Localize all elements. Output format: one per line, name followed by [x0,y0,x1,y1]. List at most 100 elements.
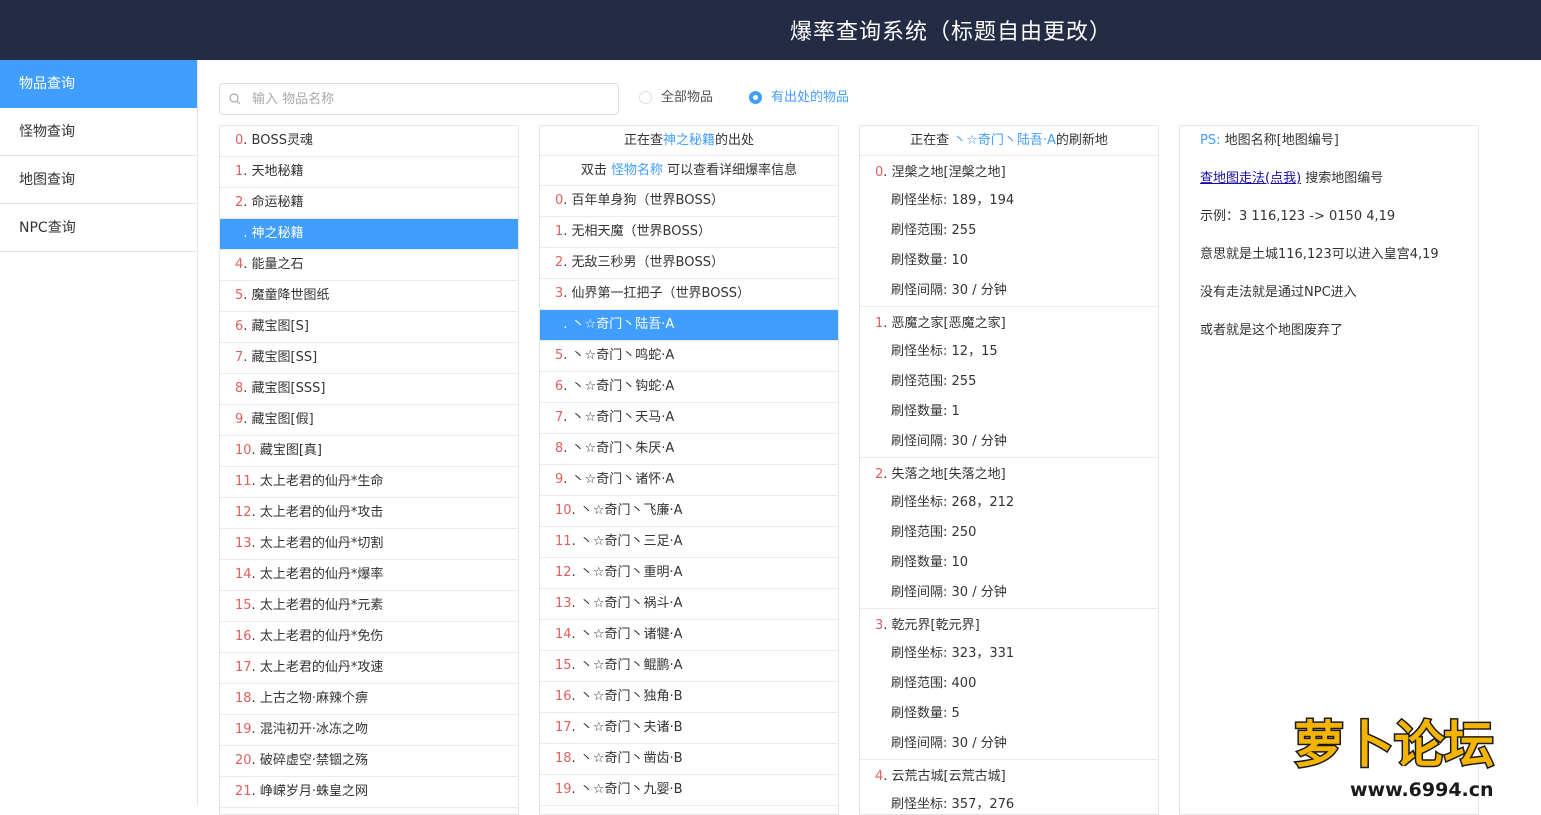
monster-row[interactable]: 13. 丶☆奇门丶祸斗·A [540,589,838,620]
map-entry[interactable]: 0. 涅槃之地[涅槃之地] 刷怪坐标: 189，194 刷怪范围: 255 刷怪数量:… [860,156,1158,307]
item-row[interactable]: 6. 藏宝图[S] [220,312,518,343]
monster-row[interactable]: 0. 百年单身狗（世界BOSS） [540,186,838,217]
monster-name: 丶☆奇门丶三足·A [579,534,683,549]
sidebar-item-map-query[interactable]: 地图查询 [0,156,197,204]
monster-row[interactable]: 4. 丶☆奇门丶陆吾·A [540,310,838,341]
map-range-label: 刷怪范围: [891,374,948,389]
map-interval-line: 刷怪间隔: 30 / 分钟 [860,578,1158,608]
monster-index: 12 [555,565,572,580]
item-row[interactable]: 21. 峥嵘岁月·蛛皇之网 [220,777,518,808]
map-name: 乾元界[乾元界] [891,618,980,633]
monster-row[interactable]: 9. 丶☆奇门丶诸怀·A [540,465,838,496]
monster-index: 2 [555,255,564,270]
map-count-value: 10 [951,555,969,570]
item-name: 藏宝图[SS] [251,350,318,365]
item-index: 12 [235,505,252,520]
map-count-line: 刷怪数量: 5 [860,699,1158,729]
watermark-url: www.6994.cn [1350,779,1494,801]
item-row[interactable]: 15. 太上老君的仙丹*元素 [220,591,518,622]
map-entry[interactable]: 2. 失落之地[失落之地] 刷怪坐标: 268，212 刷怪范围: 250 刷怪数量:… [860,458,1158,609]
monster-row[interactable]: 10. 丶☆奇门丶飞廉·A [540,496,838,527]
item-row[interactable]: 4. 能量之石 [220,250,518,281]
map-coord-label: 刷怪坐标: [891,495,948,510]
monster-row[interactable]: 2. 无敌三秒男（世界BOSS） [540,248,838,279]
map-coord-line: 刷怪坐标: 323，331 [860,639,1158,669]
monster-row[interactable]: 6. 丶☆奇门丶钩蛇·A [540,372,838,403]
map-route-link[interactable]: 查地图走法 [1200,171,1265,186]
item-row[interactable]: 3. 神之秘籍 [220,219,518,250]
monster-row[interactable]: 5. 丶☆奇门丶鸣蛇·A [540,341,838,372]
tip-example: 示例：3 116,123 -> 0150 4,19 [1200,209,1396,224]
map-route-link-click[interactable]: (点我) [1265,171,1301,186]
item-name: 上古之物·麻辣个痹 [259,691,368,706]
monster-index: 16 [555,689,572,704]
map-count-value: 10 [951,253,969,268]
item-row[interactable]: 19. 混沌初开·冰冻之吻 [220,715,518,746]
monster-index: 17 [555,720,572,735]
filter-has-source-radio[interactable]: 有出处的物品 [749,88,849,108]
item-index: 16 [235,629,252,644]
monster-row[interactable]: 19. 丶☆奇门丶九婴·B [540,775,838,806]
monster-row[interactable]: 14. 丶☆奇门丶诸犍·A [540,620,838,651]
monster-index: 13 [555,596,572,611]
monster-row[interactable]: 11. 丶☆奇门丶三足·A [540,527,838,558]
monster-row[interactable]: 16. 丶☆奇门丶独角·B [540,682,838,713]
item-row[interactable]: 2. 命运秘籍 [220,188,518,219]
item-name: 峥嵘岁月·蛛皇之网 [259,784,368,799]
item-row[interactable]: 11. 太上老君的仙丹*生命 [220,467,518,498]
sidebar: 物品查询 怪物查询 地图查询 NPC查询 [0,60,198,806]
sidebar-item-npc-query[interactable]: NPC查询 [0,204,197,252]
item-row[interactable]: 0. BOSS灵魂 [220,126,518,157]
monster-name: 丶☆奇门丶陆吾·A [571,317,675,332]
item-index: 17 [235,660,252,675]
monster-row[interactable]: 17. 丶☆奇门丶夫诸·B [540,713,838,744]
item-row[interactable]: 1. 天地秘籍 [220,157,518,188]
sidebar-item-item-query[interactable]: 物品查询 [0,60,197,108]
map-name: 恶魔之家[恶魔之家] [891,316,1006,331]
monster-row[interactable]: 1. 无相天魔（世界BOSS） [540,217,838,248]
map-count-value: 1 [951,404,960,419]
item-row[interactable]: 7. 藏宝图[SS] [220,343,518,374]
map-coord-value: 268，212 [951,495,1015,510]
map-entry[interactable]: 3. 乾元界[乾元界] 刷怪坐标: 323，331 刷怪范围: 400 刷怪数量: 5… [860,609,1158,760]
item-row[interactable]: 12. 太上老君的仙丹*攻击 [220,498,518,529]
filter-all-radio[interactable]: 全部物品 [639,88,713,108]
item-row[interactable]: 20. 破碎虚空·禁锢之殇 [220,746,518,777]
monster-row[interactable]: 15. 丶☆奇门丶鲲鹏·A [540,651,838,682]
monster-name: 丶☆奇门丶朱厌·A [571,441,675,456]
monster-name: 丶☆奇门丶祸斗·A [579,596,683,611]
item-name: 藏宝图[SSS] [251,381,326,396]
header-prefix: 正在查 [623,133,663,148]
search-box[interactable] [219,83,619,115]
map-entry[interactable]: 4. 云荒古城[云荒古城] 刷怪坐标: 357，276 [860,760,1158,814]
search-input[interactable] [252,84,612,114]
item-index: 10 [235,443,252,458]
item-row[interactable]: 16. 太上老君的仙丹*免伤 [220,622,518,653]
map-interval-value: 30 / 分钟 [951,434,1007,449]
tip-ps: PS: 地图名称[地图编号] [1200,131,1478,150]
item-index: 21 [235,784,252,799]
monster-name: 丶☆奇门丶鲲鹏·A [579,658,683,673]
monster-name: 丶☆奇门丶凿齿·B [579,751,683,766]
monster-index: 15 [555,658,572,673]
monster-name: 丶☆奇门丶天马·A [571,410,675,425]
item-row[interactable]: 9. 藏宝图[假] [220,405,518,436]
map-coord-line: 刷怪坐标: 357，276 [860,790,1158,814]
monster-row[interactable]: 18. 丶☆奇门丶凿齿·B [540,744,838,775]
item-row[interactable]: 13. 太上老君的仙丹*切割 [220,529,518,560]
monster-row[interactable]: 8. 丶☆奇门丶朱厌·A [540,434,838,465]
item-row[interactable]: 10. 藏宝图[真] [220,436,518,467]
item-row[interactable]: 5. 魔童降世图纸 [220,281,518,312]
item-row[interactable]: 14. 太上老君的仙丹*爆率 [220,560,518,591]
monster-row[interactable]: 7. 丶☆奇门丶天马·A [540,403,838,434]
item-row[interactable]: 18. 上古之物·麻辣个痹 [220,684,518,715]
map-coord-value: 323，331 [951,646,1015,661]
map-entry[interactable]: 1. 恶魔之家[恶魔之家] 刷怪坐标: 12，15 刷怪范围: 255 刷怪数量: 1… [860,307,1158,458]
monster-row[interactable]: 12. 丶☆奇门丶重明·A [540,558,838,589]
item-row[interactable]: 8. 藏宝图[SSS] [220,374,518,405]
item-index: 0 [235,133,244,148]
sidebar-item-monster-query[interactable]: 怪物查询 [0,108,197,156]
map-index: 0 [875,165,884,180]
monster-row[interactable]: 3. 仙界第一扛把子（世界BOSS） [540,279,838,310]
item-row[interactable]: 17. 太上老君的仙丹*攻速 [220,653,518,684]
